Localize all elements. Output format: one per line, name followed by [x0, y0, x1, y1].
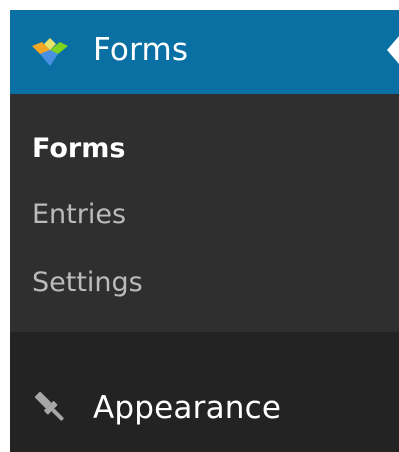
gravity-forms-icon	[30, 34, 70, 70]
submenu-item-settings[interactable]: Settings	[32, 266, 143, 300]
menu-item-forms[interactable]: Forms	[10, 10, 399, 94]
forms-submenu: Forms Entries Settings	[10, 94, 399, 332]
menu-item-label: Appearance	[93, 390, 282, 426]
menu-item-appearance[interactable]: Appearance	[10, 332, 399, 452]
submenu-item-entries[interactable]: Entries	[32, 198, 126, 232]
submenu-item-forms[interactable]: Forms	[32, 132, 125, 166]
admin-sidebar-menu: Forms Forms Entries Settings Appearance	[10, 10, 399, 452]
current-menu-pointer	[387, 36, 399, 64]
menu-item-label: Forms	[93, 32, 189, 68]
paintbrush-icon	[30, 387, 70, 427]
